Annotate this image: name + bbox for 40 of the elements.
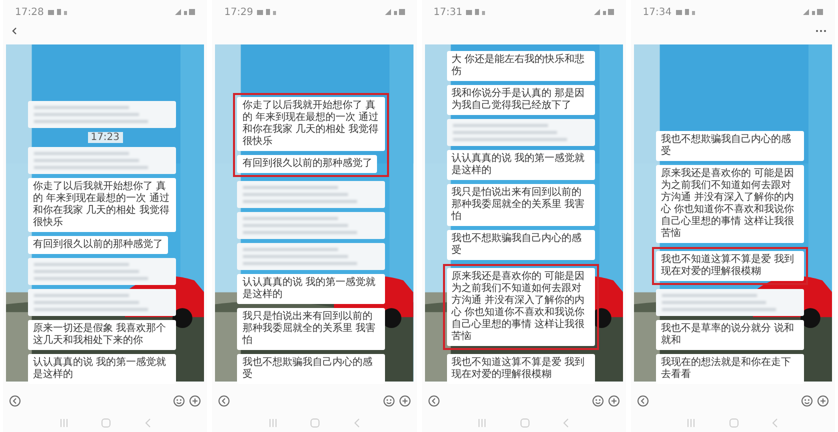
emoji-icon[interactable] (801, 395, 813, 407)
status-time: 17:34 (642, 6, 672, 18)
message-bubble: 有回到很久以前的那种感觉了 (237, 155, 378, 173)
message-bubble: 认认真真的说 我的第一感觉就是这样的 (28, 354, 176, 384)
signal-icon (175, 7, 196, 17)
message-bubble: 我和你说分手是认真的 那是因为我自己觉得我已经放下了 (446, 85, 594, 115)
message-bubble: 认认真真的说 我的第一感觉就是这样的 (237, 274, 386, 304)
message-bubble: 原来我还是喜欢你的 可能是因为之前我们不知道如何去跟对方沟通 并没有深入了解你的内心 你也知道你不喜欢和我说你自己心里想的事情 这样让我很苦恼 (446, 268, 594, 346)
emoji-icon[interactable] (173, 395, 186, 407)
signal-icon (803, 7, 823, 17)
signal-icon (594, 7, 614, 17)
message-bubble: 有回到很久以前的那种感觉了 (28, 236, 168, 254)
plus-icon[interactable] (817, 395, 829, 407)
message-bubble: 我现在的想法就是和你在走下去看看 (656, 354, 804, 384)
message-bubble: 我也不想欺骗我自己内心的感受 (656, 131, 804, 161)
timestamp: 17:23 (88, 132, 123, 143)
message-bubble: 我只是怕说出来有回到以前的那种我委屈就全的关系里 我害怕 (446, 184, 594, 226)
status-time: 17:29 (224, 6, 254, 18)
message-bubble: 我只是怕说出来有回到以前的那种我委屈就全的关系里 我害怕 (237, 308, 386, 350)
message-bubble: 大 你还是能左右我的快乐和悲伤 (446, 51, 594, 81)
plus-icon[interactable] (608, 395, 620, 407)
plus-icon[interactable] (398, 395, 410, 407)
message-bubble: 我也不知道这算不算是爱 我到现在对爱的理解很模糊 (446, 354, 594, 384)
emoji-icon[interactable] (382, 395, 394, 407)
more-icon[interactable] (815, 27, 827, 35)
status-time: 17:31 (434, 6, 462, 18)
message-bubble: 我也不是草率的说分就分 说和就和 (656, 320, 804, 350)
signal-icon (384, 7, 404, 17)
message-bubble: 我也不想欺骗我自己内心的感受 (237, 354, 386, 384)
message-bubble: 认认真真的说 我的第一感觉就是这样的 (446, 150, 594, 180)
back-icon[interactable] (11, 27, 18, 35)
message-bubble: 我也不知道这算不算是爱 我到现在对爱的理解很模糊 (656, 251, 804, 281)
message-bubble: 我也不想欺骗我自己内心的感受 (446, 230, 594, 260)
message-bubble: 你走了以后我就开始想你了 真的 年来到现在最想的一次 通过和你在我家 几天的相处 我觉得很快乐 (28, 178, 176, 232)
message-bubble: 原来一切还是假象 我喜欢那个这几天和我相处下来的你 (28, 320, 176, 350)
plus-icon[interactable] (189, 395, 202, 407)
status-time: 17:28 (15, 6, 44, 18)
emoji-icon[interactable] (592, 395, 604, 407)
message-bubble: 你走了以后我就开始想你了 真的 年来到现在最想的一次 通过和你在我家 几天的相处 我觉得很快乐 (237, 97, 386, 151)
message-bubble: 原来我还是喜欢你的 可能是因为之前我们不知道如何去跟对方沟通 并没有深入了解你的内心 你也知道你不喜欢和我说你自己心里想的事情 这样让我很苦恼 (656, 165, 804, 243)
